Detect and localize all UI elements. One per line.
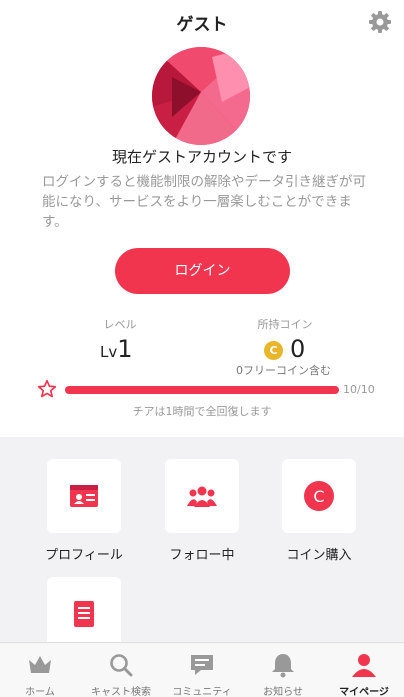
coin-label: 所持コイン — [257, 318, 313, 331]
star-icon — [37, 379, 57, 398]
buy-coin-label: コイン購入 — [286, 548, 352, 563]
avatar-graphic — [152, 47, 250, 145]
coin-value: 0 — [290, 335, 306, 363]
tab-home[interactable]: ホーム — [0, 643, 80, 697]
avatar — [152, 47, 250, 145]
profile-card-icon — [70, 485, 98, 507]
person-icon — [352, 654, 376, 677]
guest-description: ログインすると機能制限の解除やデータ引き継ぎが可能になり、サービスをより一層楽し… — [42, 174, 366, 230]
gear-icon[interactable] — [368, 10, 392, 34]
header: ゲスト — [0, 0, 404, 44]
tab-notifications[interactable]: お知らせ — [243, 643, 323, 697]
tab-mypage-label: マイページ — [339, 687, 389, 697]
tab-community[interactable]: コミュニティ — [162, 643, 242, 697]
page-title: ゲスト — [176, 15, 228, 35]
following-card[interactable] — [165, 459, 239, 533]
cheer-gauge-fill — [65, 386, 339, 394]
buy-coin-card[interactable]: C — [282, 459, 356, 533]
bell-icon — [272, 654, 294, 678]
tab-home-label: ホーム — [25, 687, 55, 697]
cheer-gauge — [65, 386, 339, 394]
login-button[interactable]: ログイン — [115, 248, 290, 294]
coin-icon: C — [264, 341, 283, 360]
following-label: フォロー中 — [169, 548, 235, 563]
coin-icon: C — [304, 481, 334, 511]
tab-cast-search-label: キャスト検索 — [91, 687, 151, 697]
tab-notifications-label: お知らせ — [263, 687, 303, 697]
bottom-tab-bar: ホーム キャスト検索 コミュニティ お知らせ マイページ — [0, 642, 404, 697]
level-value: Lv1 — [100, 335, 133, 363]
people-icon — [187, 486, 217, 507]
crown-icon — [29, 656, 51, 673]
tab-mypage[interactable]: マイページ — [324, 643, 404, 697]
profile-label: プロフィール — [45, 548, 123, 563]
level-prefix: Lv — [100, 343, 118, 361]
svg-text:C: C — [313, 487, 324, 506]
free-coin-note: 0フリーコイン含む — [236, 364, 331, 377]
search-icon — [110, 654, 133, 677]
document-card[interactable] — [47, 577, 121, 642]
tab-community-label: コミュニティ — [172, 687, 232, 697]
cheer-gauge-text: 10/10 — [343, 383, 375, 396]
level-label: レベル — [103, 318, 137, 331]
profile-card[interactable] — [47, 459, 121, 533]
level-number: 1 — [117, 335, 133, 363]
menu-grid: プロフィール フォロー中 C コイン購入 — [0, 437, 404, 642]
document-icon — [74, 601, 94, 627]
tab-cast-search[interactable]: キャスト検索 — [81, 643, 161, 697]
chat-icon — [191, 655, 213, 675]
guest-heading: 現在ゲストアカウントです — [111, 148, 292, 166]
cheer-recover-note: チアは1時間で全回復します — [132, 405, 272, 418]
